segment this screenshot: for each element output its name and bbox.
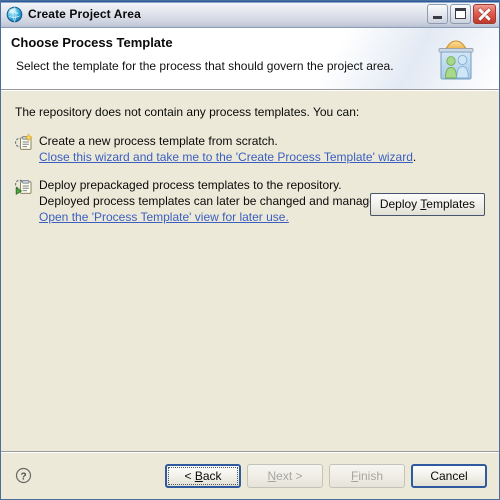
minimize-icon [433, 16, 442, 19]
deploy-templates-prefix: Deploy [379, 197, 421, 211]
finish-button[interactable]: Finish [329, 464, 405, 488]
option-create-template-line1: Create a new process template from scrat… [39, 134, 278, 148]
cancel-button[interactable]: Cancel [411, 464, 487, 488]
close-button[interactable] [473, 4, 496, 24]
option-create-template: Create a new process template from scrat… [13, 133, 487, 165]
next-suffix: ext > [276, 469, 303, 483]
deploy-templates-suffix: emplates [426, 197, 475, 211]
option-deploy-line1: Deploy prepackaged process templates to … [39, 178, 342, 192]
wizard-banner: Choose Process Template Select the templ… [1, 28, 499, 90]
maximize-icon [455, 8, 466, 19]
page-subtitle: Select the template for the process that… [16, 59, 394, 73]
page-title: Choose Process Template [11, 35, 173, 50]
create-link-period: . [412, 150, 417, 164]
dialog-footer: ? < Back Next > Finish Cancel [1, 451, 499, 499]
title-bar: Create Project Area [1, 1, 499, 28]
minimize-button[interactable] [427, 4, 448, 24]
maximize-button[interactable] [450, 4, 471, 24]
back-button[interactable]: < Back [165, 464, 241, 488]
new-process-template-icon [14, 134, 33, 151]
globe-icon [6, 6, 23, 23]
back-mnemonic: B [194, 469, 203, 483]
cancel-mnemonic: C [430, 469, 439, 483]
create-process-template-link[interactable]: Close this wizard and take me to the 'Cr… [39, 150, 413, 164]
back-prefix: < [184, 469, 195, 483]
svg-text:?: ? [20, 471, 26, 482]
project-area-icon [432, 37, 480, 83]
create-project-area-dialog: Create Project Area Choose Process Templ… [0, 0, 500, 500]
next-button[interactable]: Next > [247, 464, 323, 488]
help-icon[interactable]: ? [15, 467, 32, 484]
content-area: The repository does not contain any proc… [1, 90, 499, 451]
next-mnemonic: N [267, 469, 277, 483]
wizard-button-row: < Back Next > Finish Cancel [165, 464, 487, 488]
back-suffix: ack [202, 469, 222, 483]
intro-text: The repository does not contain any proc… [15, 105, 360, 119]
cancel-suffix: ancel [438, 469, 468, 483]
footer-separator [1, 451, 499, 452]
finish-suffix: inish [358, 469, 384, 483]
process-template-view-link[interactable]: Open the 'Process Template' view for lat… [39, 210, 289, 224]
window-title: Create Project Area [28, 7, 141, 21]
option-deploy-templates: Deploy prepackaged process templates to … [13, 177, 487, 225]
deploy-process-template-icon [14, 178, 33, 195]
deploy-templates-button[interactable]: Deploy Templates [369, 193, 485, 216]
window-controls [427, 4, 496, 24]
